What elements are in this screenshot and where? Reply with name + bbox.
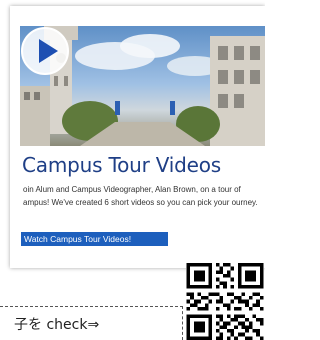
video-thumbnail[interactable]: [20, 26, 265, 146]
watch-videos-button[interactable]: Watch Campus Tour Videos!: [21, 232, 168, 246]
play-icon[interactable]: [20, 26, 70, 76]
page: Campus Tour Videos oin Alum and Campus V…: [0, 0, 265, 340]
check-callout-text: 子を check⇒: [14, 317, 100, 333]
card-description: oin Alum and Campus Videographer, Alan B…: [23, 185, 258, 207]
qr-code-icon[interactable]: [186, 263, 264, 340]
check-callout: 子を check⇒: [0, 306, 183, 340]
card-title: Campus Tour Videos: [22, 153, 222, 177]
